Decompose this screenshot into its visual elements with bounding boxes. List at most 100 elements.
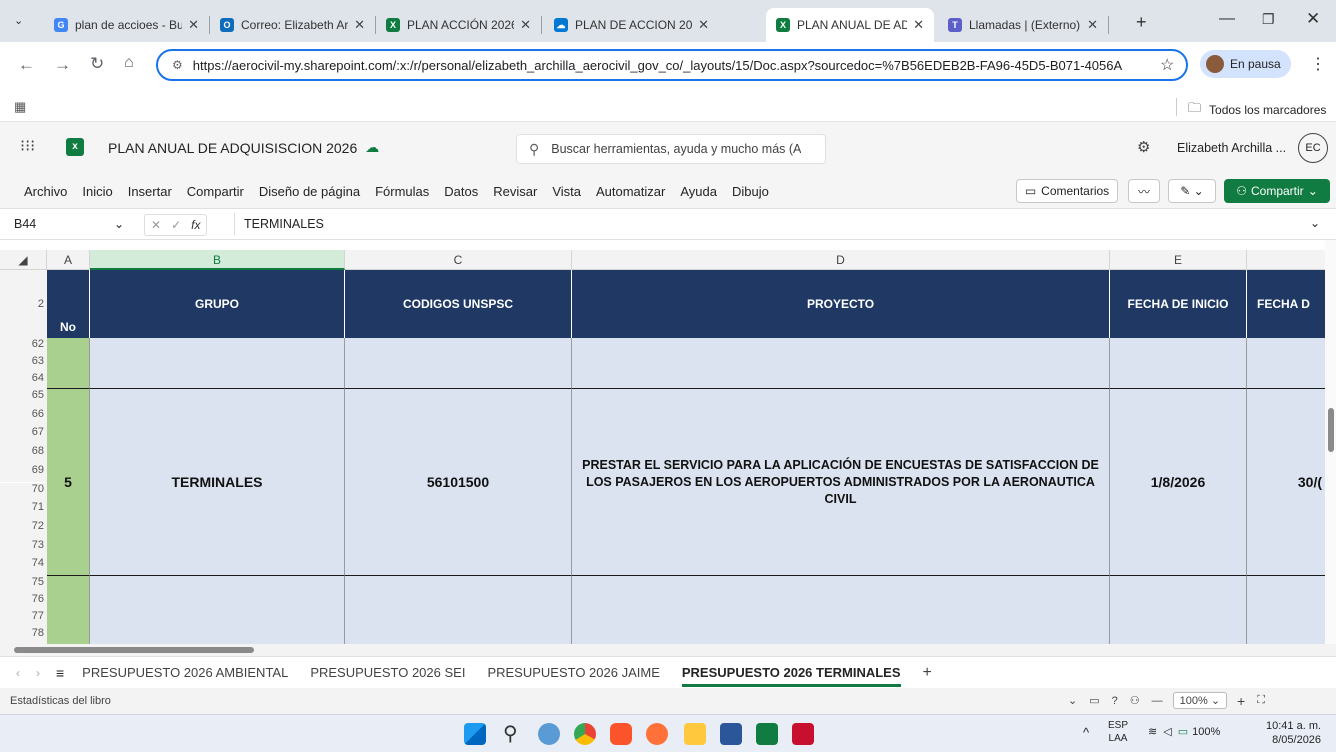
close-tab-icon[interactable]: ✕: [354, 17, 365, 33]
cell-codigo[interactable]: 56101500: [345, 389, 572, 576]
app-launcher-icon[interactable]: ⁝⁝⁝: [20, 136, 35, 156]
row-number[interactable]: 72: [0, 519, 47, 539]
browser-tab[interactable]: X PLAN ANUAL DE ADC ✕: [766, 8, 934, 42]
people-icon[interactable]: ⚇: [1130, 694, 1140, 707]
cell-grupo[interactable]: TERMINALES: [90, 389, 345, 576]
header-codigos[interactable]: CODIGOS UNSPSC: [345, 270, 572, 338]
apps-grid-icon[interactable]: ▦: [14, 99, 26, 115]
fullscreen-icon[interactable]: ⛶: [1257, 694, 1265, 707]
close-tab-icon[interactable]: ✕: [913, 17, 924, 33]
new-tab-button[interactable]: +: [1136, 12, 1147, 33]
reload-icon[interactable]: ↻: [90, 54, 104, 74]
clock[interactable]: 10:41 a. m. 8/05/2026: [1266, 719, 1321, 747]
column-header-a[interactable]: A: [47, 250, 90, 270]
browser-tab[interactable]: X PLAN ACCIÓN 2026 C ✕: [376, 8, 541, 42]
excel-logo-icon[interactable]: x: [66, 138, 84, 156]
row-number[interactable]: 77: [0, 610, 47, 627]
file-explorer-icon[interactable]: [684, 723, 706, 745]
column-header-f[interactable]: [1247, 250, 1325, 270]
home-icon[interactable]: ⌂: [124, 54, 134, 72]
close-tab-icon[interactable]: ✕: [1087, 17, 1098, 33]
horizontal-scrollbar[interactable]: [0, 644, 1336, 656]
row-number[interactable]: 71: [0, 501, 47, 520]
column-header-d[interactable]: D: [572, 250, 1110, 270]
back-arrow-icon[interactable]: ←: [18, 55, 35, 75]
row-number[interactable]: 63: [0, 355, 47, 372]
all-sheets-menu-icon[interactable]: ≡: [56, 665, 64, 681]
chevron-down-icon[interactable]: ⌄: [114, 217, 124, 231]
profile-button[interactable]: En pausa: [1200, 50, 1291, 78]
row-number-2[interactable]: 2: [0, 270, 47, 338]
sheet-tab[interactable]: PRESUPUESTO 2026 TERMINALES: [681, 665, 901, 687]
cell-d-block1[interactable]: [572, 338, 1110, 389]
browser-tab[interactable]: ☁ PLAN DE ACCION 20 ✕: [544, 8, 719, 42]
workbook-statistics[interactable]: Estadísticas del libro: [10, 695, 111, 707]
spreadsheet-grid[interactable]: ◢ A B C D E 2 No GRUPO CODIGOS UNSPSC PR…: [0, 240, 1325, 644]
row-number[interactable]: 76: [0, 593, 47, 610]
row-number[interactable]: 70: [0, 482, 47, 502]
language-indicator[interactable]: ESP LAA: [1108, 719, 1128, 745]
horizontal-scroll-thumb[interactable]: [14, 647, 254, 653]
user-avatar[interactable]: EC: [1298, 133, 1328, 163]
settings-gear-icon[interactable]: ⚙: [1137, 138, 1150, 156]
ribbon-tab[interactable]: Revisar: [493, 184, 537, 199]
close-tab-icon[interactable]: ✕: [520, 17, 531, 33]
row-number[interactable]: 64: [0, 372, 47, 389]
row-number[interactable]: 68: [0, 445, 47, 464]
add-sheet-button[interactable]: +: [923, 664, 932, 682]
next-sheet-icon[interactable]: ›: [36, 666, 40, 680]
search-icon[interactable]: ⚲: [503, 721, 518, 746]
editing-mode-button[interactable]: ✎ ⌄: [1168, 179, 1216, 203]
cell-e-block3[interactable]: [1110, 576, 1247, 644]
system-tray[interactable]: ≋ ◁ ▭ 100%: [1148, 725, 1220, 739]
more-menu-icon[interactable]: ⋮: [1310, 54, 1326, 74]
browser-tab[interactable]: T Llamadas | (Externo) | ✕: [938, 8, 1108, 42]
row-number[interactable]: 78: [0, 627, 47, 644]
sheet-tab[interactable]: PRESUPUESTO 2026 JAIME: [487, 665, 659, 680]
ribbon-tab[interactable]: Diseño de página: [259, 184, 360, 199]
sheet-tab[interactable]: PRESUPUESTO 2026 AMBIENTAL: [82, 665, 288, 680]
cell-c-block1[interactable]: [345, 338, 572, 389]
row-number[interactable]: 65: [0, 389, 47, 408]
row-number[interactable]: 69: [0, 463, 47, 483]
vertical-scroll-thumb[interactable]: [1328, 408, 1334, 452]
cell-c-block3[interactable]: [345, 576, 572, 644]
row-number[interactable]: 66: [0, 407, 47, 427]
minimize-button[interactable]: —: [1219, 10, 1235, 28]
function-icon[interactable]: fx: [191, 218, 200, 232]
cell-fecha-fin[interactable]: 30/(: [1247, 389, 1325, 576]
row-number[interactable]: 74: [0, 557, 47, 576]
select-all-corner[interactable]: ◢: [0, 250, 47, 270]
header-grupo[interactable]: GRUPO: [90, 270, 345, 338]
browser-tab[interactable]: Gplan de accioes - Busc ✕: [44, 8, 209, 42]
ribbon-tab[interactable]: Insertar: [128, 184, 172, 199]
cell-d-block3[interactable]: [572, 576, 1110, 644]
copilot-icon[interactable]: [538, 723, 560, 745]
browser-tab[interactable]: O Correo: Elizabeth Arch ✕: [210, 8, 375, 42]
cell-proyecto[interactable]: PRESTAR EL SERVICIO PARA LA APLICACIÓN D…: [572, 389, 1110, 576]
name-box[interactable]: B44 ⌄: [0, 212, 132, 236]
cell-fecha-inicio[interactable]: 1/8/2026: [1110, 389, 1247, 576]
bookmark-star-icon[interactable]: ☆: [1160, 55, 1174, 75]
chevron-down-icon[interactable]: ⌄: [1068, 694, 1077, 707]
excel-taskbar-icon[interactable]: [756, 723, 778, 745]
address-bar[interactable]: ⚙ https://aerocivil-my.sharepoint.com/:x…: [156, 49, 1188, 81]
close-window-button[interactable]: ✕: [1306, 9, 1320, 29]
expand-formula-icon[interactable]: ⌄: [1310, 216, 1320, 230]
cell-f-block3[interactable]: [1247, 576, 1325, 644]
site-info-icon[interactable]: ⚙: [172, 58, 183, 72]
row-number[interactable]: 75: [0, 576, 47, 593]
mcafee-icon[interactable]: [792, 723, 814, 745]
column-header-c[interactable]: C: [345, 250, 572, 270]
comments-button[interactable]: ▭ Comentarios: [1016, 179, 1118, 203]
tab-search-icon[interactable]: ⌄: [14, 14, 23, 27]
ribbon-tab[interactable]: Vista: [552, 184, 581, 199]
column-header-e[interactable]: E: [1110, 250, 1247, 270]
ribbon-tab[interactable]: Automatizar: [596, 184, 665, 199]
header-proyecto[interactable]: PROYECTO: [572, 270, 1110, 338]
ribbon-tab[interactable]: Compartir: [187, 184, 244, 199]
restore-button[interactable]: ❐: [1262, 11, 1275, 28]
file-title[interactable]: PLAN ANUAL DE ADQUISISCION 2026 ☁: [108, 139, 379, 156]
sheet-tab[interactable]: PRESUPUESTO 2026 SEI: [310, 665, 465, 680]
column-header-b[interactable]: B: [90, 250, 345, 270]
